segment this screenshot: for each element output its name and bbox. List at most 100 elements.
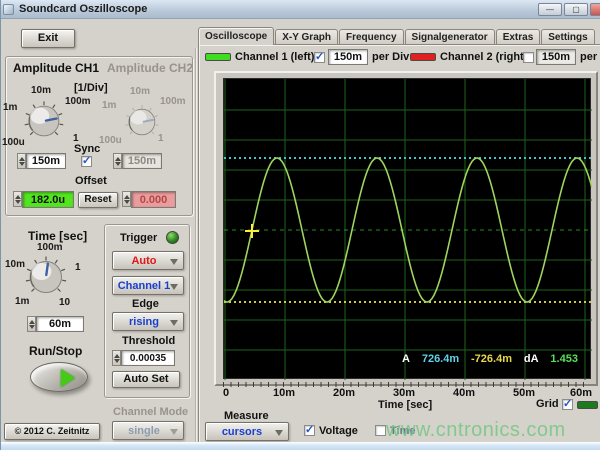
- channel2-perdiv-field[interactable]: 150m: [536, 49, 576, 65]
- autoset-button[interactable]: Auto Set: [112, 371, 180, 388]
- time-spinner[interactable]: [27, 316, 36, 332]
- time-knob[interactable]: [23, 254, 69, 300]
- tab-frequency[interactable]: Frequency: [338, 29, 404, 45]
- tab-strip: Oscilloscope X-Y Graph Frequency Signalg…: [198, 27, 596, 45]
- measure-mode-dropdown[interactable]: cursors: [205, 422, 289, 441]
- offset-ch1-field[interactable]: 182.0u: [22, 191, 74, 208]
- amplitude-ch1-title: Amplitude CH1: [13, 61, 100, 75]
- trigger-mode-dropdown[interactable]: Auto: [112, 251, 184, 270]
- channel1-color-swatch: [205, 53, 231, 61]
- tab-extras[interactable]: Extras: [495, 29, 541, 45]
- ch2-scale-field[interactable]: 150m: [122, 153, 162, 169]
- copyright-bar: © 2012 C. Zeitnitz V1.41: [4, 423, 100, 450]
- offset-label: Offset: [75, 175, 107, 187]
- offset-ch2-field[interactable]: 0.000: [131, 191, 176, 208]
- ch1-scale-spinner[interactable]: [17, 153, 26, 169]
- window-title: Soundcard Oszilloscope: [19, 3, 148, 15]
- knob-scale-label: 1: [75, 262, 81, 273]
- app-icon: [3, 4, 14, 15]
- amplitude-ch1-knob[interactable]: [22, 99, 66, 143]
- amplitude-unit-label: [1/Div]: [74, 82, 108, 94]
- x-tick-label: 60m: [569, 387, 593, 399]
- chevron-down-icon: [170, 319, 178, 330]
- knob-scale-label: 100m: [37, 242, 63, 253]
- channel-mode-dropdown[interactable]: single: [112, 421, 184, 440]
- grid-color-swatch: [577, 401, 598, 409]
- cursor-a-label: A: [402, 353, 410, 365]
- app-window: Soundcard Oszilloscope — ▢ ✕ Exit Amplit…: [0, 0, 600, 450]
- chevron-down-icon: [170, 283, 178, 294]
- trigger-edge-dropdown[interactable]: rising: [112, 312, 184, 331]
- channel-mode-value: single: [128, 424, 160, 437]
- knob-scale-label: 10: [59, 297, 71, 308]
- ch1-scale-field[interactable]: 150m: [26, 153, 66, 169]
- measure-label: Measure: [224, 410, 269, 422]
- title-bar[interactable]: Soundcard Oszilloscope — ▢ ✕: [1, 0, 600, 19]
- threshold-spinner[interactable]: [112, 350, 121, 366]
- channel1-label: Channel 1 (left): [235, 51, 315, 63]
- close-button[interactable]: ✕: [590, 3, 600, 16]
- play-icon: [61, 369, 84, 387]
- offset-ch2-spinner[interactable]: [122, 191, 131, 207]
- channel-mode-label: Channel Mode: [113, 406, 189, 418]
- x-tick-label: 20m: [332, 387, 356, 399]
- maximize-button[interactable]: ▢: [564, 3, 588, 16]
- knob-scale-label: 1m: [3, 102, 18, 113]
- knob-scale-label: 100u: [99, 135, 122, 146]
- knob-scale-label: 10m: [5, 259, 26, 270]
- channel2-color-swatch: [410, 53, 436, 61]
- exit-button[interactable]: Exit: [21, 29, 75, 48]
- scope-plot[interactable]: A 726.4m -726.4m dA 1.453: [223, 78, 593, 380]
- channel1-perdiv-field[interactable]: 150m: [328, 49, 368, 65]
- channel2-checkbox[interactable]: [523, 52, 534, 63]
- minimize-button[interactable]: —: [538, 3, 562, 16]
- knob-scale-label: 1m: [15, 296, 30, 307]
- waveform-canvas: [223, 79, 593, 380]
- tab-signalgenerator[interactable]: Signalgenerator: [404, 29, 495, 45]
- threshold-field[interactable]: 0.00035: [121, 350, 175, 366]
- runstop-button[interactable]: [30, 362, 88, 392]
- cursor-delta-value: 1.453: [550, 353, 578, 365]
- voltage-label: Voltage: [319, 425, 358, 437]
- x-tick-label: 50m: [512, 387, 536, 399]
- channel2-label: Channel 2 (right): [440, 51, 528, 63]
- trigger-edge-value: rising: [129, 315, 159, 328]
- grid-checkbox[interactable]: [562, 397, 573, 410]
- time-field[interactable]: 60m: [36, 316, 84, 332]
- cursor-upper-value: 726.4m: [421, 353, 460, 365]
- knob-scale-label: 10m: [130, 86, 151, 97]
- reset-button[interactable]: Reset: [78, 192, 118, 208]
- trigger-title: Trigger: [120, 232, 158, 244]
- chevron-down-icon: [170, 428, 178, 439]
- trigger-led: [166, 231, 179, 244]
- chevron-down-icon: [170, 258, 178, 269]
- x-tick-label: 30m: [392, 387, 416, 399]
- panel-divider: [195, 48, 196, 442]
- voltage-checkbox[interactable]: [304, 423, 315, 436]
- channel1-checkbox[interactable]: [314, 50, 325, 63]
- time-measure-checkbox[interactable]: [375, 425, 386, 436]
- cursor-readout: A 726.4m -726.4m dA 1.453: [402, 353, 578, 365]
- ch2-scale-spinner[interactable]: [113, 153, 122, 169]
- sync-checkbox[interactable]: [81, 154, 92, 167]
- runstop-label: Run/Stop: [29, 344, 83, 358]
- knob-scale-label: 100u: [2, 137, 25, 148]
- tab-settings[interactable]: Settings: [541, 29, 595, 45]
- threshold-label: Threshold: [122, 335, 176, 347]
- watermark-text: www.cntronics.com: [386, 419, 566, 441]
- tab-oscilloscope[interactable]: Oscilloscope: [198, 27, 275, 45]
- measure-mode-value: cursors: [221, 425, 263, 438]
- offset-ch1-spinner[interactable]: [13, 191, 22, 207]
- tab-xy-graph[interactable]: X-Y Graph: [275, 29, 338, 45]
- trigger-source-dropdown[interactable]: Channel 1: [112, 276, 184, 295]
- cursor-lower-value: -726.4m: [471, 353, 512, 365]
- x-axis-title: Time [sec]: [378, 399, 433, 411]
- x-tick-label: 0: [222, 387, 230, 399]
- trigger-mode-value: Auto: [131, 254, 157, 267]
- knob-scale-label: 10m: [31, 85, 52, 96]
- amplitude-ch2-knob[interactable]: [123, 103, 161, 141]
- amplitude-ch2-title: Amplitude CH2: [107, 61, 194, 75]
- grid-label: Grid: [536, 398, 559, 410]
- knob-scale-label: 100m: [65, 96, 91, 107]
- x-axis-labels: 0 10m 20m 30m 40m 50m 60m: [222, 387, 593, 399]
